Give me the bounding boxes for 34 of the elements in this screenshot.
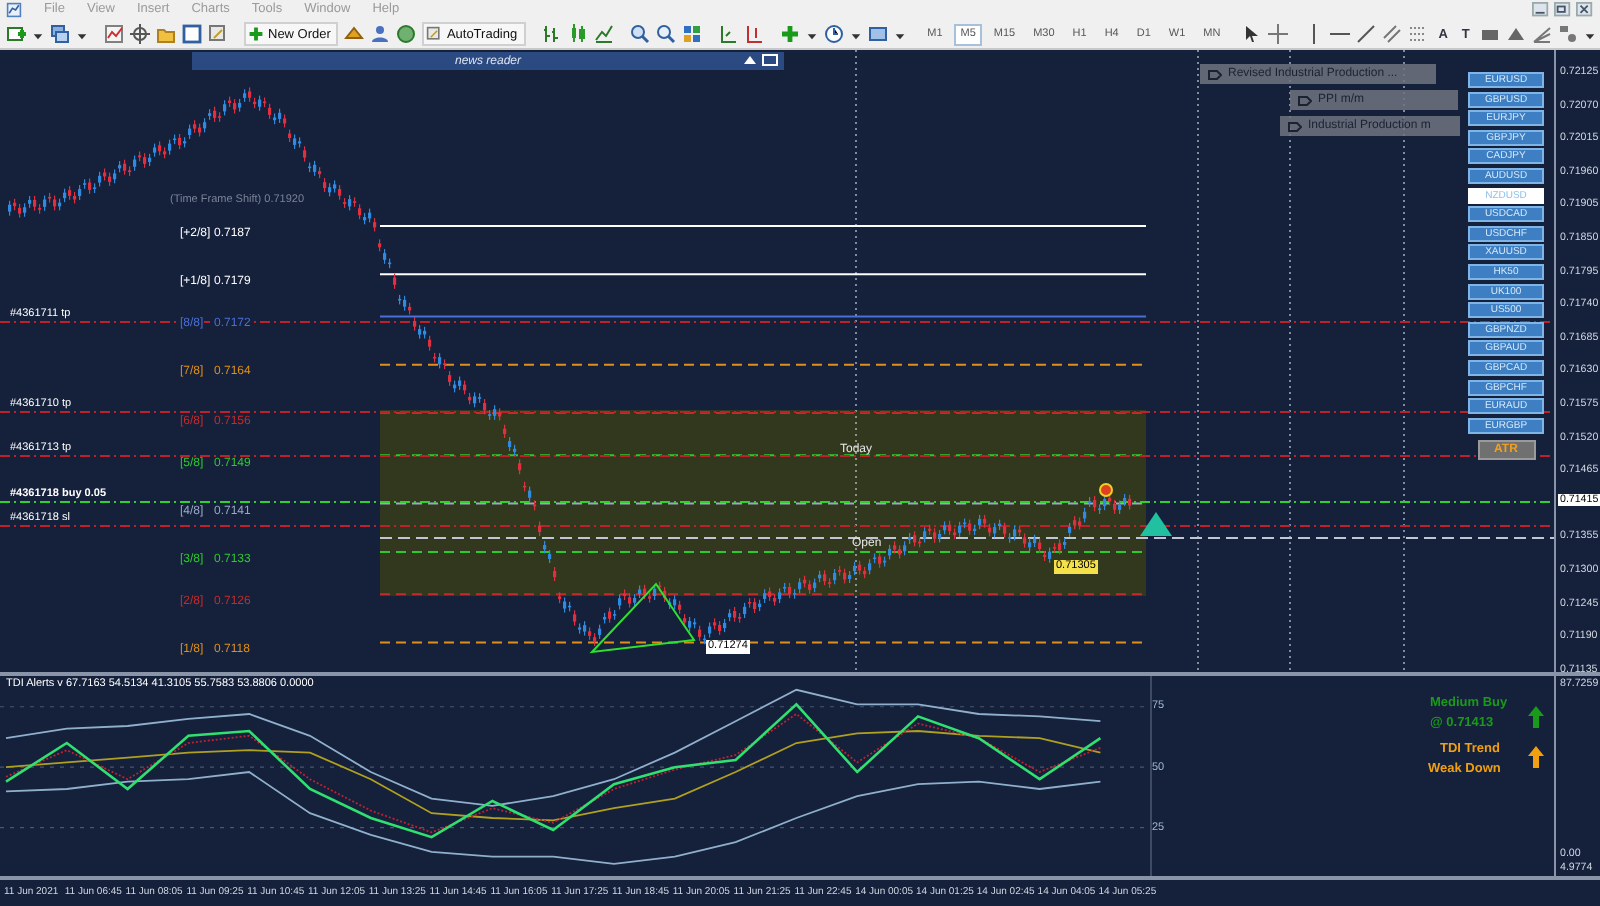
rectangle-icon[interactable]: [1479, 24, 1500, 44]
restore-icon[interactable]: [1554, 1, 1572, 19]
channel-icon[interactable]: [1382, 24, 1403, 44]
candles-icon[interactable]: [567, 24, 588, 44]
windows-icon[interactable]: [50, 24, 70, 44]
tag-icon: [1208, 69, 1222, 79]
fan-icon[interactable]: [1531, 24, 1552, 44]
minimize-icon[interactable]: [1532, 1, 1550, 19]
collapse-icon[interactable]: [744, 54, 756, 66]
folder-icon[interactable]: [156, 24, 176, 44]
cursor-icon[interactable]: [1242, 24, 1263, 44]
bars-icon[interactable]: [541, 24, 562, 44]
person-icon[interactable]: [370, 24, 391, 44]
shapes-icon[interactable]: [1557, 24, 1578, 44]
plus-icon: [248, 26, 264, 42]
crosshair-icon[interactable]: [130, 24, 150, 44]
window-icon[interactable]: [182, 24, 202, 44]
clock-icon[interactable]: [823, 24, 844, 44]
tag-icon: [1298, 95, 1312, 105]
close-icon[interactable]: [1576, 1, 1594, 19]
up-arrow-icon: [1528, 746, 1544, 768]
line-chart-icon[interactable]: [593, 24, 614, 44]
cross-icon[interactable]: [1268, 24, 1289, 44]
tag-icon: [1288, 121, 1302, 131]
new-chart-icon[interactable]: [6, 24, 26, 44]
tile-icon[interactable]: [681, 24, 702, 44]
app-icon[interactable]: [6, 2, 22, 18]
up-arrow-icon: [1528, 706, 1544, 728]
fibonacci-icon[interactable]: [1408, 24, 1429, 44]
mountain-icon[interactable]: [344, 24, 365, 44]
triangle-icon[interactable]: [1505, 24, 1526, 44]
zoom-in-icon[interactable]: [629, 24, 650, 44]
trendline-icon[interactable]: [1356, 24, 1377, 44]
zoom-out-icon[interactable]: [655, 24, 676, 44]
